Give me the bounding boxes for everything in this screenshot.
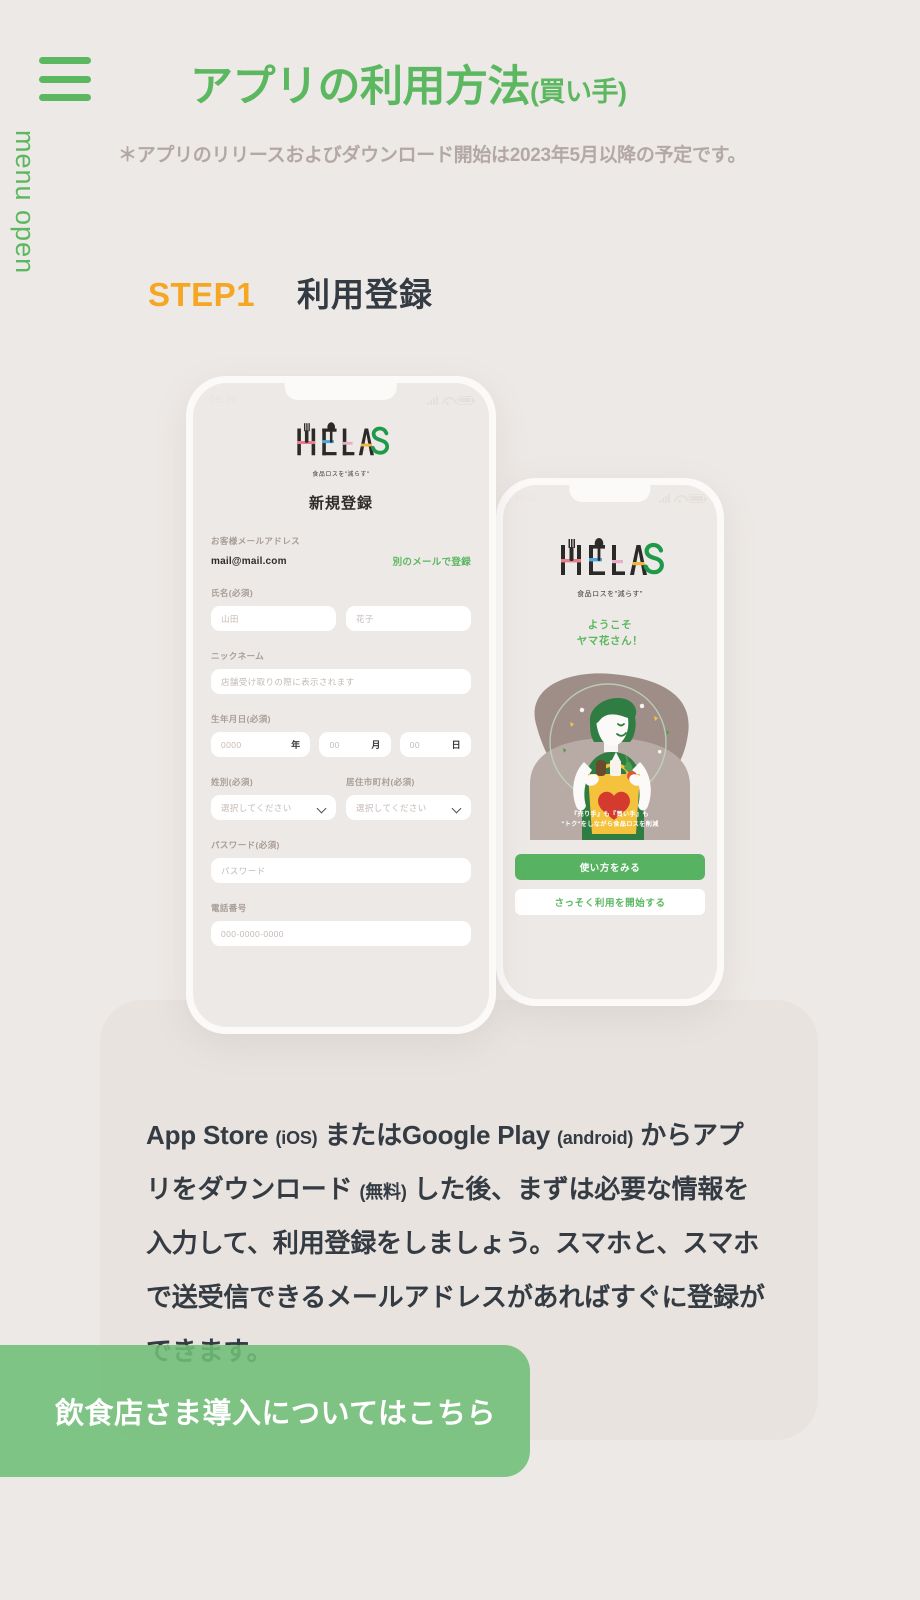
birthdate-label: 生年月日(必須) [211, 714, 271, 724]
gender-city-selects-row: 選択してください 選択してください [211, 795, 471, 820]
phone1-status-icons [427, 395, 475, 405]
password-field-group: パスワード(必須) パスワード [211, 839, 471, 883]
body-line1-a: App Store [146, 1120, 269, 1150]
phone2-illustration: 『売り手』も『買い手』も "トク"をしながら食品ロスを削減 [515, 663, 705, 840]
page-note: ＊アプリのリリースおよびダウンロード開始は2023年5月以降の予定です。 [118, 145, 747, 166]
birthdate-field-group: 生年月日(必須) 0000 年 00 月 00 日 [211, 713, 471, 757]
nickname-label: ニックネーム [211, 651, 265, 661]
start-using-now-button[interactable]: さっそく利用を開始する [515, 888, 705, 915]
email-row: mail@mail.com 別のメールで登録 [211, 554, 471, 569]
name-label: 氏名(必須) [211, 588, 254, 598]
birth-year-suffix: 年 [291, 740, 301, 750]
phone-mockup-signup: 09:30 食品ロスを"減らす" 新規登録 お客様メールアドレス mail@ma… [186, 376, 496, 1034]
gender-select-value: 選択してください [221, 802, 292, 813]
phone2-helas-logo: 食品ロスを"減らす" [503, 537, 717, 599]
body-line1-c: か [640, 1120, 667, 1150]
email-label: お客様メールアドレス [211, 536, 301, 546]
tel-label: 電話番号 [211, 903, 247, 913]
phone2-welcome-message: ようこそ ヤマ花さん！ [503, 617, 717, 650]
city-select-value: 選択してください [356, 802, 427, 813]
password-label: パスワード(必須) [211, 840, 280, 850]
hamburger-line [39, 94, 91, 101]
gender-city-labels-row: 姓別(必須) 居住市町村(必須) [211, 776, 471, 795]
cellular-signal-icon [427, 395, 438, 405]
password-input[interactable]: パスワード [211, 858, 471, 883]
email-field-group: お客様メールアドレス mail@mail.com 別のメールで登録 [211, 535, 471, 568]
birth-day-placeholder: 00 [409, 739, 420, 750]
phone-mockup-welcome: 09:30 食品ロスを"減らす" ようこそ ヤマ花さん！ 『売り手』も『買い手』… [496, 478, 724, 1006]
nickname-field-group: ニックネーム 店舗受け取りの際に表示されます [211, 650, 471, 694]
battery-icon [689, 494, 707, 503]
birth-month-input[interactable]: 00 月 [319, 732, 391, 757]
gender-select[interactable]: 選択してください [211, 795, 336, 820]
menu-open-label[interactable]: menu open [9, 130, 40, 274]
birthdate-inputs-row: 0000 年 00 月 00 日 [211, 732, 471, 757]
chevron-down-icon [453, 804, 461, 812]
body-line1-b: またはGoogle Play [324, 1120, 551, 1150]
illustration-caption-line-1: 『売り手』も『買い手』も [571, 811, 649, 819]
body-line2-free: (無料) [359, 1182, 407, 1203]
hamburger-line [39, 57, 91, 64]
name-field-group: 氏名(必須) 山田 花子 [211, 587, 471, 631]
body-line1-ios: (iOS) [275, 1128, 318, 1148]
welcome-line-2: ヤマ花さん！ [576, 635, 644, 648]
view-how-to-use-button[interactable]: 使い方をみる [515, 853, 705, 880]
wifi-icon [674, 494, 685, 503]
page-title: アプリの利用方法(買い手) [190, 52, 627, 114]
phone2-screen: 09:30 食品ロスを"減らす" ようこそ ヤマ花さん！ 『売り手』も『買い手』… [503, 485, 717, 999]
phone2-status-time: 09:30 [515, 494, 536, 503]
gender-label: 姓別(必須) [211, 777, 254, 787]
given-name-input[interactable]: 花子 [346, 606, 471, 631]
signup-screen-title: 新規登録 [308, 495, 373, 512]
cellular-signal-icon [659, 494, 670, 503]
use-another-email-link[interactable]: 別のメールで登録 [393, 554, 471, 568]
phone1-screen: 09:30 食品ロスを"減らす" 新規登録 お客様メールアドレス mail@ma… [193, 383, 489, 1027]
tel-field-group: 電話番号 000-0000-0000 [211, 902, 471, 946]
body-line2-b: した後、まずは必 [413, 1174, 621, 1205]
email-value: mail@mail.com [211, 555, 287, 567]
page-title-sub: (買い手) [530, 77, 627, 107]
family-name-input[interactable]: 山田 [211, 606, 336, 631]
illustration-caption-line-2: "トク"をしながら食品ロスを削減 [561, 821, 659, 829]
illustration-caption: 『売り手』も『買い手』も "トク"をしながら食品ロスを削減 [515, 810, 705, 830]
chevron-down-icon [318, 804, 326, 812]
phone1-status-bar: 09:30 [193, 383, 489, 411]
birth-month-placeholder: 00 [329, 739, 340, 750]
step-name: 利用登録 [297, 276, 434, 313]
step-heading: STEP1 利用登録 [148, 268, 433, 316]
birth-day-suffix: 日 [451, 740, 461, 750]
helas-logo-mark [297, 422, 390, 456]
page-title-main: アプリの利用方法 [190, 63, 531, 111]
wifi-icon [442, 396, 453, 405]
nickname-input[interactable]: 店舗受け取りの際に表示されます [211, 669, 471, 694]
battery-icon [457, 395, 475, 405]
name-inputs-row: 山田 花子 [211, 606, 471, 631]
step-description-text: App Store (iOS) またはGoogle Play (android)… [146, 1108, 766, 1378]
city-select[interactable]: 選択してください [346, 795, 471, 820]
phone2-logo-tagline: 食品ロスを"減らす" [577, 591, 643, 598]
signup-form: お客様メールアドレス mail@mail.com 別のメールで登録 氏名(必須)… [193, 535, 489, 946]
phone2-status-icons [659, 494, 707, 503]
restaurant-inquiry-cta-button[interactable]: 飲食店さま導入についてはこちら [0, 1345, 530, 1477]
phone2-status-bar: 09:30 [503, 485, 717, 507]
gender-city-group: 姓別(必須) 居住市町村(必須) 選択してください 選択してください [211, 776, 471, 820]
step-number: STEP1 [148, 276, 256, 313]
welcome-line-1: ようこそ [587, 619, 633, 631]
birth-year-placeholder: 0000 [221, 739, 242, 750]
birth-month-suffix: 月 [371, 740, 381, 750]
restaurant-inquiry-cta-label: 飲食店さま導入についてはこちら [55, 1398, 497, 1430]
tel-input[interactable]: 000-0000-0000 [211, 921, 471, 946]
city-label: 居住市町村(必須) [346, 777, 415, 787]
birth-day-input[interactable]: 00 日 [399, 732, 471, 757]
phone1-status-time: 09:30 [209, 394, 238, 406]
phone1-helas-logo: 食品ロスを"減らす" [193, 421, 489, 478]
phone1-logo-tagline: 食品ロスを"減らす" [312, 472, 370, 478]
helas-logo-mark [561, 538, 664, 575]
hamburger-menu-button[interactable] [39, 57, 91, 101]
body-line1-android: (android) [557, 1128, 634, 1148]
hamburger-line [39, 75, 91, 83]
birth-year-input[interactable]: 0000 年 [211, 732, 311, 757]
